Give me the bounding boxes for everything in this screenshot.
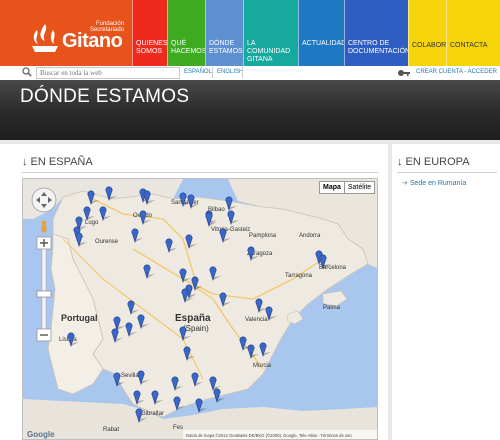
search-input[interactable] [36, 67, 180, 79]
nav-contacta[interactable]: CONTACTA [446, 0, 500, 66]
page-title: DÓNDE ESTAMOS [20, 86, 190, 107]
map-label-rabat: Rabat [103, 427, 119, 433]
map-label-andorra: Andorra [299, 233, 321, 239]
nav-quienes-somos[interactable]: QUIENES SOMOS [132, 0, 168, 66]
map-type-button[interactable]: Mapa [319, 181, 345, 194]
map-label-vitoria: Vitoria-Gasteiz [211, 227, 250, 233]
divider [22, 172, 378, 173]
map-label-ourense: Ourense [95, 239, 119, 245]
nav-colabora[interactable]: COLABORA [408, 0, 451, 66]
map-label-tarragona: Tarragona [285, 273, 313, 279]
europe-link-label: Sede en Rumanía [409, 180, 467, 187]
divider [397, 172, 497, 173]
europe-link-rumania[interactable]: ➜ Sede en Rumanía [402, 179, 466, 187]
map-label-spain: (Spain) [183, 324, 209, 333]
flame-logo-icon [32, 24, 58, 52]
map-label-sevilla: Sevilla [121, 373, 139, 379]
spain-section-title: ↓ EN ESPAÑA [22, 156, 93, 168]
office-locations-map[interactable]: Oviedo Santander Bilbao Lugo Ourense Vit… [22, 178, 378, 440]
pegman-icon[interactable] [41, 220, 47, 233]
map-attribution[interactable]: Datos de mapa ©2012 GeoBasis-DE/BKG (©20… [186, 433, 352, 438]
map-label-portugal: Portugal [61, 313, 98, 323]
map-label-valencia: Valencia [245, 317, 268, 323]
pan-control[interactable] [31, 187, 57, 213]
nav-actualidad[interactable]: ACTUALIDAD [298, 0, 346, 66]
map-label-palma: Palma [323, 305, 341, 311]
create-account-login-link[interactable]: CREAR CUENTA - ACCEDER [416, 69, 497, 75]
europe-section-title: ↓ EN EUROPA [397, 156, 470, 168]
map-label-murcia: Murcia [253, 363, 272, 369]
nav-donde-estamos[interactable]: DÓNDE ESTAMOS [205, 0, 243, 66]
page-header: DÓNDE ESTAMOS [0, 80, 500, 140]
lang-espanol[interactable]: ESPAÑOL [184, 69, 212, 75]
utility-bar: ESPAÑOL ENGLISH CREAR CUENTA - ACCEDER [0, 66, 500, 81]
logo-name: Gitano [62, 30, 123, 52]
map-label-gibraltar: Gibraltar [141, 411, 164, 417]
nav-comunidad-gitana[interactable]: LA COMUNIDAD GITANA [243, 0, 298, 66]
google-logo: Google [27, 430, 55, 439]
map-label-espana: España [175, 313, 211, 324]
zoom-in-button[interactable] [36, 236, 52, 250]
lang-english[interactable]: ENGLISH [217, 69, 243, 75]
satellite-type-button[interactable]: Satélite [344, 181, 375, 194]
sidebar [392, 144, 500, 440]
search-icon[interactable] [22, 67, 32, 77]
map-label-fes: Fes [173, 425, 183, 431]
fsg-logo[interactable]: Fundación Secretariado Gitano [0, 0, 132, 66]
map-label-lugo: Lugo [85, 220, 99, 226]
map-canvas[interactable]: Oviedo Santander Bilbao Lugo Ourense Vit… [23, 179, 378, 440]
map-label-pamplona: Pamplona [249, 233, 277, 239]
zoom-out-button[interactable] [36, 328, 52, 342]
key-icon [398, 70, 410, 76]
nav-que-hacemos[interactable]: QUÉ HACEMOS [167, 0, 206, 66]
top-navigation: Fundación Secretariado Gitano QUIENES SOM… [0, 0, 500, 66]
nav-centro-documentacion[interactable]: CENTRO DE DOCUMENTACIÓN [344, 0, 410, 66]
